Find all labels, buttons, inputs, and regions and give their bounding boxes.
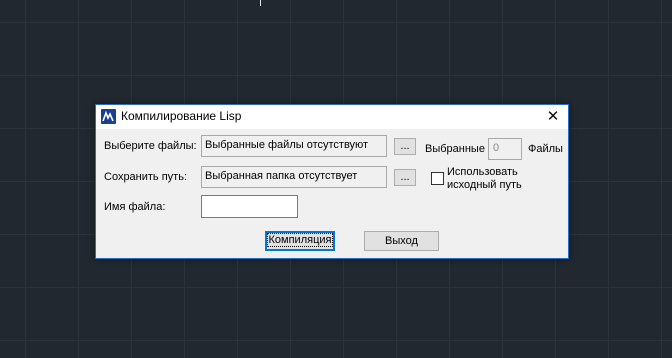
filename-input[interactable] xyxy=(201,195,298,218)
selected-files-field: Выбранные файлы отсутствуют xyxy=(201,135,387,157)
crosshair-cursor xyxy=(260,0,261,6)
compile-lisp-dialog: Компилирование Lisp ✕ Выберите файлы: Вы… xyxy=(95,104,569,259)
files-label: Файлы xyxy=(528,143,563,155)
filename-label: Имя файла: xyxy=(104,201,166,213)
title-bar[interactable]: Компилирование Lisp ✕ xyxy=(96,105,568,129)
dialog-title: Компилирование Lisp xyxy=(121,109,242,123)
lisp-app-icon xyxy=(101,109,116,124)
save-path-label: Сохранить путь: xyxy=(104,171,187,183)
use-source-path-label[interactable]: Использовать исходный путь xyxy=(447,166,522,192)
selected-label: Выбранные xyxy=(425,143,485,155)
use-source-path-checkbox[interactable] xyxy=(431,172,444,185)
compile-button[interactable]: Компиляция xyxy=(265,231,335,251)
exit-button[interactable]: Выход xyxy=(364,231,439,251)
close-icon[interactable]: ✕ xyxy=(538,105,568,129)
save-path-field: Выбранная папка отсутствует xyxy=(201,166,387,188)
browse-files-button[interactable]: ... xyxy=(394,138,416,155)
browse-path-button[interactable]: ... xyxy=(394,169,416,186)
selected-count-field: 0 xyxy=(488,138,522,160)
select-files-label: Выберите файлы: xyxy=(104,140,197,152)
